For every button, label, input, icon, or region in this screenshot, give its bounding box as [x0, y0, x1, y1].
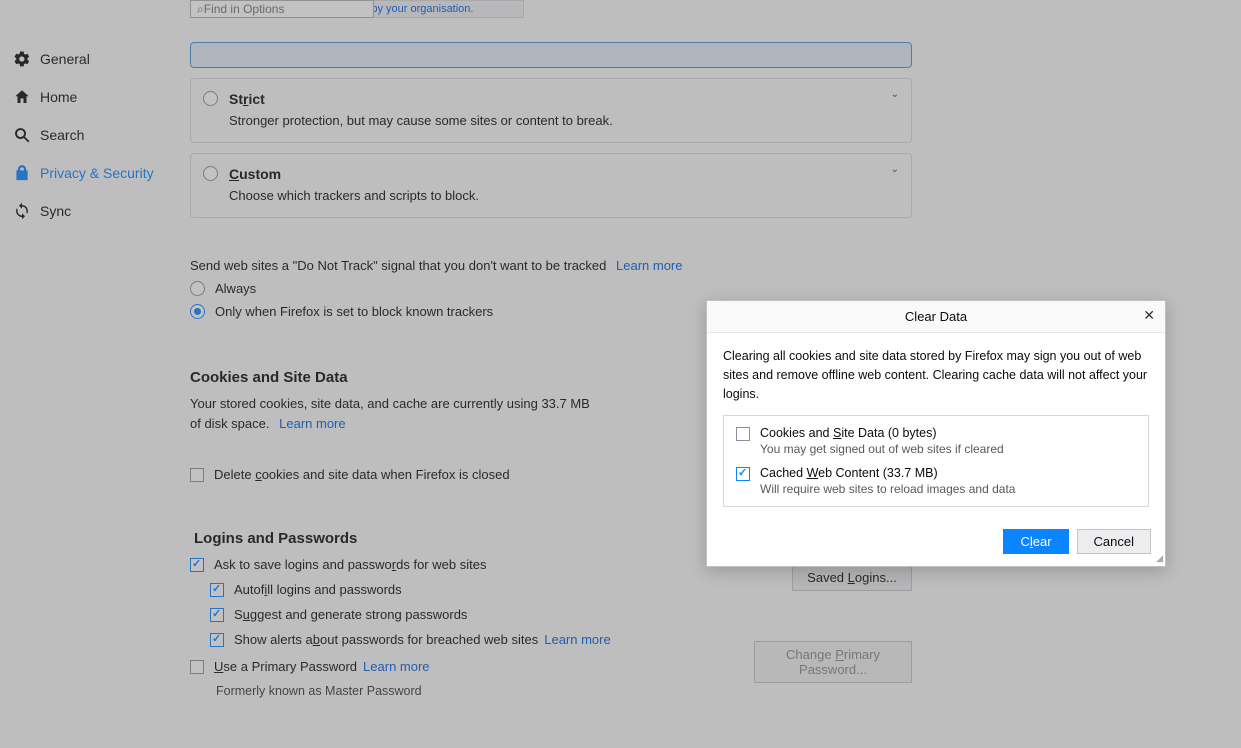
dialog-options: Cookies and Site Data (0 bytes) You may …: [723, 415, 1149, 507]
chk-cached-web-label: Cached Web Content (33.7 MB): [760, 466, 1015, 480]
chk-cookies-sitedata-desc: You may get signed out of web sites if c…: [760, 442, 1004, 456]
chk-cached-web-desc: Will require web sites to reload images …: [760, 482, 1015, 496]
dialog-title-bar: Clear Data ✕: [707, 301, 1165, 333]
clear-data-dialog: Clear Data ✕ Clearing all cookies and si…: [706, 300, 1166, 567]
resize-handle[interactable]: ◢: [1156, 553, 1163, 564]
cancel-button[interactable]: Cancel: [1077, 529, 1151, 554]
dialog-desc: Clearing all cookies and site data store…: [723, 347, 1149, 403]
chk-cached-web[interactable]: [736, 467, 750, 481]
clear-button[interactable]: Clear: [1003, 529, 1068, 554]
dialog-title: Clear Data: [905, 309, 967, 324]
close-icon[interactable]: ✕: [1143, 307, 1155, 324]
chk-cookies-sitedata[interactable]: [736, 427, 750, 441]
chk-cookies-sitedata-label: Cookies and Site Data (0 bytes): [760, 426, 1004, 440]
